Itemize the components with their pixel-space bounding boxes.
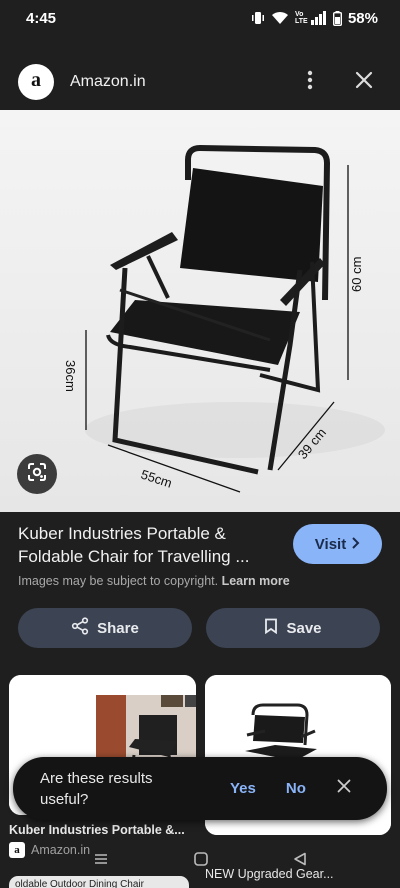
save-label: Save: [286, 619, 322, 637]
folding-chair-illustration: 60 cm 36cm 55cm 39 cm: [63, 144, 385, 493]
feedback-yes-button[interactable]: Yes: [230, 780, 256, 797]
visit-label: Visit: [314, 535, 347, 553]
result-title-block: Kuber Industries Portable & Foldable Cha…: [18, 522, 278, 568]
copyright-notice: Images may be subject to copyright. Lear…: [18, 574, 290, 588]
share-icon: [71, 617, 89, 639]
status-time: 4:45: [26, 9, 57, 27]
dimension-width-label: 55cm: [139, 467, 174, 491]
lens-icon: [26, 461, 48, 488]
site-logo-letter: a: [31, 69, 41, 91]
visit-button[interactable]: Visit: [293, 524, 382, 564]
site-logo[interactable]: a: [18, 64, 54, 100]
feedback-no-button[interactable]: No: [286, 780, 306, 797]
wifi-icon: [271, 11, 289, 25]
save-button[interactable]: Save: [206, 608, 380, 648]
dimension-height-label: 60 cm: [349, 257, 364, 292]
feedback-banner: Are these results useful? Yes No: [13, 757, 387, 820]
related-result-chip: oldable Outdoor Dining Chair: [9, 876, 189, 888]
bookmark-icon: [264, 618, 278, 638]
feedback-question: Are these results useful?: [40, 769, 153, 808]
back-icon[interactable]: [293, 852, 307, 871]
status-bar: 4:45 Vo LTE 58%: [0, 0, 400, 36]
share-label: Share: [97, 619, 139, 637]
feedback-close-button[interactable]: [332, 777, 356, 801]
status-icons: Vo LTE 58%: [251, 10, 378, 27]
more-vert-icon: [307, 70, 313, 95]
battery-icon: [332, 10, 342, 26]
copyright-text: Images may be subject to copyright.: [18, 574, 219, 588]
dimension-seat-label: 36cm: [63, 360, 78, 392]
lens-search-button[interactable]: [17, 454, 57, 494]
battery-percent: 58%: [347, 9, 378, 27]
close-icon: [355, 71, 373, 94]
result-title[interactable]: Kuber Industries Portable & Foldable Cha…: [18, 522, 278, 568]
signal-icon: [310, 11, 327, 25]
related-result-title[interactable]: Kuber Industries Portable &...: [9, 823, 197, 837]
share-button[interactable]: Share: [18, 608, 192, 648]
more-options-button[interactable]: [292, 64, 328, 100]
chevron-right-icon: [350, 536, 360, 553]
system-navigation-bar: [0, 846, 400, 876]
close-icon: [337, 779, 351, 798]
recents-icon[interactable]: [93, 852, 109, 871]
volte-indicator: Vo LTE: [294, 11, 308, 25]
source-header: a Amazon.in: [0, 56, 400, 108]
close-button[interactable]: [346, 64, 382, 100]
site-name[interactable]: Amazon.in: [70, 73, 292, 91]
learn-more-link[interactable]: Learn more: [222, 574, 290, 588]
home-icon[interactable]: [193, 851, 209, 872]
product-image[interactable]: 60 cm 36cm 55cm 39 cm: [0, 110, 400, 512]
vibrate-icon: [251, 11, 265, 25]
